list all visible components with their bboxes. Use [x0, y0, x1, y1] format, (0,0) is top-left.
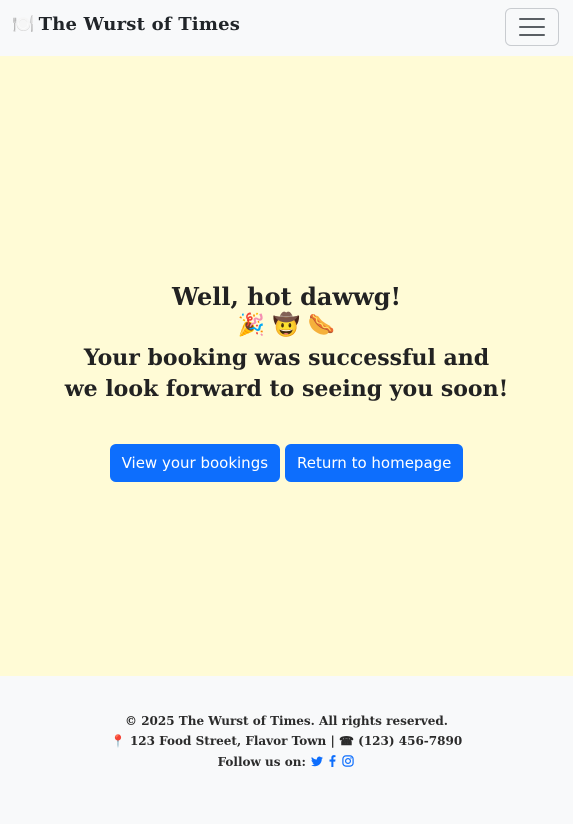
contact-line: 📍 123 Food Street, Flavor Town | ☎ (123)…	[0, 734, 573, 748]
facebook-icon[interactable]	[329, 755, 340, 769]
address-text: 123 Food Street, Flavor Town	[129, 734, 327, 748]
hamburger-menu-icon	[519, 18, 545, 36]
celebration-emojis: 🎉 🤠 🌭	[237, 312, 336, 338]
social-line: Follow us on:	[0, 755, 573, 769]
twitter-icon[interactable]	[311, 755, 327, 769]
phone-icon: ☎	[339, 734, 354, 748]
confirmation-message-line1: Your booking was successful and	[83, 345, 490, 371]
follow-label: Follow us on:	[217, 755, 306, 769]
brand-name: The Wurst of Times	[38, 14, 241, 35]
copyright-text: © 2025 The Wurst of Times. All rights re…	[125, 714, 448, 728]
navbar-toggle-button[interactable]	[505, 8, 559, 46]
action-buttons: View your bookings Return to homepage	[0, 444, 573, 482]
plate-cutlery-icon: 🍽️	[12, 14, 35, 35]
instagram-icon[interactable]	[342, 755, 355, 769]
separator: |	[330, 734, 335, 748]
return-homepage-button[interactable]: Return to homepage	[285, 444, 464, 482]
phone-text: (123) 456-7890	[358, 734, 463, 748]
location-pin-icon: 📍	[110, 734, 126, 748]
brand-link[interactable]: 🍽️ The Wurst of Times	[12, 14, 240, 35]
view-bookings-button[interactable]: View your bookings	[109, 444, 281, 482]
confirmation-message-line2: we look forward to seeing you soon!	[64, 376, 509, 402]
confirmation-title: Well, hot dawwg!	[171, 282, 402, 311]
navbar: 🍽️ The Wurst of Times	[0, 0, 573, 56]
confirmation-section: Well, hot dawwg! 🎉 🤠 🌭 Your booking was …	[0, 56, 573, 676]
footer: © 2025 The Wurst of Times. All rights re…	[0, 676, 573, 824]
